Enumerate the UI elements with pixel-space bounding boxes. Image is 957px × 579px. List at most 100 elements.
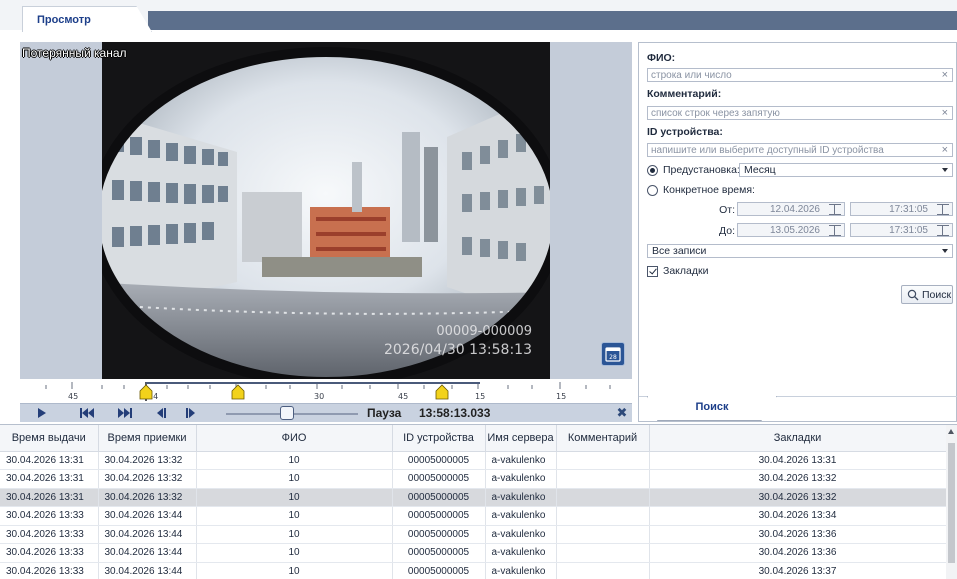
calendar-icon: 28 [605,347,621,362]
table-cell: a-vakulenko [485,506,557,526]
calendar-day: 28 [609,354,617,361]
column-header[interactable]: ID устройства [392,425,486,452]
table-cell: 30.04.2026 13:31 [0,451,99,470]
device-label: ID устройства: [647,126,723,138]
from-date-field[interactable]: 12.04.2026 [737,202,845,216]
table-cell: 30.04.2026 13:44 [98,506,197,526]
table-cell: 30.04.2026 13:32 [98,469,197,489]
table-row[interactable]: 30.04.2026 13:33 30.04.2026 13:44 10 000050… [0,506,947,526]
table-cell [556,488,650,507]
tab-strip [148,11,957,30]
speed-slider-thumb[interactable] [280,406,294,420]
to-time-field[interactable]: 17:31:05 [850,223,953,237]
step-forward-button[interactable] [178,404,204,422]
preset-radio[interactable] [647,165,658,176]
close-playback-button[interactable]: ✖ [614,405,630,421]
table-cell: 30.04.2026 13:36 [649,543,947,563]
timeline-label-5: 15 [556,392,566,401]
preset-dropdown[interactable]: Месяц [739,163,953,177]
clear-icon[interactable]: × [942,144,948,156]
table-cell: 30.04.2026 13:44 [98,562,197,579]
table-cell [556,451,650,470]
clear-icon[interactable]: × [942,69,948,81]
spin-icon[interactable] [937,225,949,236]
clear-icon[interactable]: × [942,107,948,119]
records-dropdown[interactable]: Все записи [647,244,953,258]
table-row[interactable]: 30.04.2026 13:33 30.04.2026 13:44 10 000050… [0,525,947,544]
bookmarks-checkbox[interactable] [647,266,658,277]
table-cell: 30.04.2026 13:32 [98,488,197,507]
table-row[interactable]: 30.04.2026 13:33 30.04.2026 13:44 10 000050… [0,562,947,579]
table-cell: 10 [196,543,393,563]
search-button-label: Поиск [922,289,952,301]
column-header[interactable]: Время приемки [98,425,197,452]
table-row[interactable]: 30.04.2026 13:31 30.04.2026 13:32 10 000050… [0,451,947,470]
from-date: 12.04.2026 [769,204,820,215]
skip-back-icon [80,408,94,418]
scroll-up-icon[interactable] [948,429,954,434]
search-button[interactable]: Поиск [901,285,953,304]
table-cell: 30.04.2026 13:33 [0,543,99,563]
column-header[interactable]: Комментарий [556,425,650,452]
comment-input[interactable]: список строк через запятую × [647,106,953,120]
timeline[interactable]: 45 14 30 45 15 15 [20,379,632,403]
specific-time-label: Конкретное время: [663,184,755,196]
step-back-icon [157,408,166,418]
table-cell: 30.04.2026 13:32 [649,469,947,489]
table-header-row: Время выдачи Время приемки ФИО ID устрой… [0,425,947,452]
vertical-scrollbar[interactable] [946,425,957,579]
table-cell: 30.04.2026 13:33 [0,562,99,579]
table-cell: 10 [196,451,393,470]
specific-time-radio[interactable] [647,185,658,196]
calendar-button[interactable]: 28 [601,342,625,366]
device-input[interactable]: напишите или выберите доступный ID устро… [647,143,953,157]
osd-datetime: 2026/04/30 13:58:13 [383,342,532,358]
table-row[interactable]: 30.04.2026 13:33 30.04.2026 13:44 10 000050… [0,543,947,563]
table-cell [556,543,650,563]
jump-start-button[interactable] [74,404,100,422]
fio-input[interactable]: строка или число × [647,68,953,82]
tab-view[interactable]: Просмотр [22,6,152,32]
from-time: 17:31:05 [889,204,928,215]
spin-icon[interactable] [937,204,949,215]
video-viewport[interactable]: Потерянный канал 00009-000009 2026/04/30… [20,42,632,379]
spin-icon[interactable] [829,225,841,236]
bookmark-marker[interactable] [231,384,245,400]
to-date-field[interactable]: 13.05.2026 [737,223,845,237]
timeline-label-3: 45 [398,392,408,401]
from-time-field[interactable]: 17:31:05 [850,202,953,216]
lost-channel-label: Потерянный канал [22,46,127,60]
column-header[interactable]: Имя сервера [485,425,557,452]
to-label: До: [719,225,735,237]
scrollbar-thumb[interactable] [948,443,955,563]
column-header[interactable]: ФИО [196,425,393,452]
column-header[interactable]: Время выдачи [0,425,99,452]
table-cell: 30.04.2026 13:31 [0,488,99,507]
table-cell: 00005000005 [392,451,486,470]
table-cell: 10 [196,506,393,526]
table-cell: 00005000005 [392,488,486,507]
table-cell: a-vakulenko [485,562,557,579]
jump-end-button[interactable] [112,404,138,422]
chevron-down-icon [942,168,948,172]
camera-frame[interactable]: 00009-000009 2026/04/30 13:58:13 [102,42,550,379]
bookmark-marker[interactable] [435,384,449,400]
table-row[interactable]: 30.04.2026 13:31 30.04.2026 13:32 10 000050… [0,488,947,507]
skip-forward-icon [118,408,132,418]
tab-search-label: Поиск [695,401,729,413]
step-back-button[interactable] [148,404,174,422]
table-cell: 30.04.2026 13:32 [649,488,947,507]
table-cell: 30.04.2026 13:31 [0,469,99,489]
table-cell: a-vakulenko [485,451,557,470]
tab-search[interactable]: Поиск [647,396,777,421]
table-row[interactable]: 30.04.2026 13:31 30.04.2026 13:32 10 000050… [0,469,947,489]
timeline-ruler: 45 14 30 45 15 15 [45,382,611,401]
table-cell: 10 [196,562,393,579]
column-header[interactable]: Закладки [649,425,947,452]
timeline-label-2: 30 [314,392,324,401]
table-cell [556,469,650,489]
bookmark-marker[interactable] [139,384,153,400]
spin-icon[interactable] [829,204,841,215]
tab-view-label: Просмотр [37,14,91,26]
play-button[interactable] [28,404,54,422]
